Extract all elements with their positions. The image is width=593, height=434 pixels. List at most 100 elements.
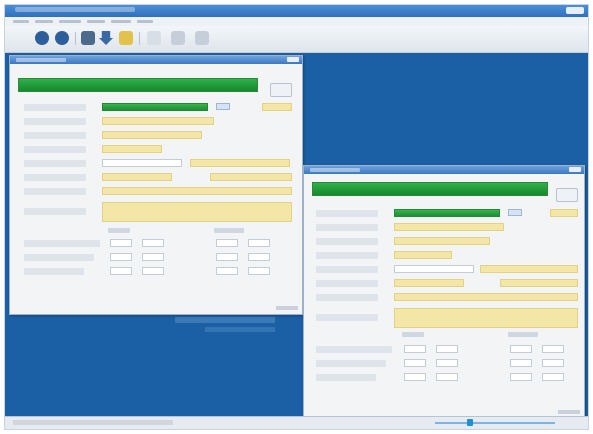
value-field[interactable] [404,345,426,353]
value-field[interactable] [436,373,458,381]
header-banner [312,182,548,196]
close-icon[interactable] [569,167,581,172]
zip-field[interactable] [102,145,162,153]
window-status [276,306,298,310]
close-icon[interactable] [287,57,299,62]
notes-field[interactable] [394,308,578,328]
category-field[interactable] [102,187,292,195]
contact-field[interactable] [500,279,578,287]
forward-arrow-icon[interactable] [55,31,69,45]
field-label [24,132,86,139]
value-field[interactable] [110,253,132,261]
name-field[interactable] [102,103,208,111]
window-titlebar [304,166,584,174]
phone-field[interactable] [394,265,474,273]
value-field[interactable] [510,359,532,367]
value-field[interactable] [216,253,238,261]
group-header [214,228,244,233]
zoom-slider[interactable] [435,422,555,424]
desktop-text [175,317,275,323]
window-controls[interactable] [566,7,584,14]
field-label [316,224,378,231]
zoom-slider-thumb[interactable] [467,419,473,426]
value-field[interactable] [142,267,164,275]
toolbar [5,26,588,53]
side-button[interactable] [556,188,578,202]
status-text [13,420,173,425]
app-titlebar [5,5,588,17]
value-field[interactable] [110,267,132,275]
folder-icon[interactable] [119,31,133,45]
field-label [316,280,378,287]
menu-item[interactable] [111,20,131,23]
date-field[interactable] [102,173,172,181]
field-label [316,374,376,381]
value-field[interactable] [248,253,270,261]
desktop-text [205,327,275,332]
field-label [316,314,378,321]
field-label [24,160,86,167]
value-field[interactable] [542,345,564,353]
menu-item[interactable] [137,20,153,23]
email-field[interactable] [190,159,290,167]
field-label [24,174,86,181]
value-field[interactable] [248,267,270,275]
back-arrow-icon[interactable] [35,31,49,45]
menu-item[interactable] [35,20,53,23]
document-icon[interactable] [147,31,161,45]
value-field[interactable] [110,239,132,247]
tool-icon[interactable] [171,31,185,45]
phone-field[interactable] [102,159,182,167]
city-field[interactable] [394,237,490,245]
field-label [24,188,86,195]
field-label [316,360,386,367]
window-title [16,58,66,62]
category-field[interactable] [394,293,578,301]
value-field[interactable] [216,239,238,247]
address-field[interactable] [102,117,214,125]
value-field[interactable] [248,239,270,247]
lookup-button[interactable] [508,209,522,216]
print-icon[interactable] [81,31,95,45]
contact-field[interactable] [210,173,292,181]
value-field[interactable] [142,239,164,247]
toolbar-separator [75,32,76,45]
value-field[interactable] [542,359,564,367]
notes-field[interactable] [102,202,292,222]
value-field[interactable] [510,345,532,353]
code-field[interactable] [262,103,292,111]
value-field[interactable] [404,359,426,367]
value-field[interactable] [436,359,458,367]
menu-item[interactable] [59,20,81,23]
record-window-2[interactable] [303,165,585,419]
zip-field[interactable] [394,251,452,259]
field-label [316,346,392,353]
toolbar-separator [139,32,140,45]
menu-item[interactable] [13,20,29,23]
value-field[interactable] [436,345,458,353]
value-field[interactable] [542,373,564,381]
date-field[interactable] [394,279,464,287]
value-field[interactable] [404,373,426,381]
city-field[interactable] [102,131,202,139]
value-field[interactable] [142,253,164,261]
record-window-1[interactable] [9,55,303,315]
side-button[interactable] [270,83,292,97]
name-field[interactable] [394,209,500,217]
field-label [24,104,86,111]
down-arrow-icon[interactable] [99,31,113,45]
menu-item[interactable] [87,20,105,23]
address-field[interactable] [394,223,504,231]
tool-icon[interactable] [195,31,209,45]
desktop [4,4,589,430]
lookup-button[interactable] [216,103,230,110]
window-title [310,168,360,172]
email-field[interactable] [480,265,578,273]
code-field[interactable] [550,209,578,217]
value-field[interactable] [510,373,532,381]
value-field[interactable] [216,267,238,275]
field-label [24,240,100,247]
menubar [5,17,588,26]
statusbar [5,416,588,429]
group-header [402,332,424,337]
